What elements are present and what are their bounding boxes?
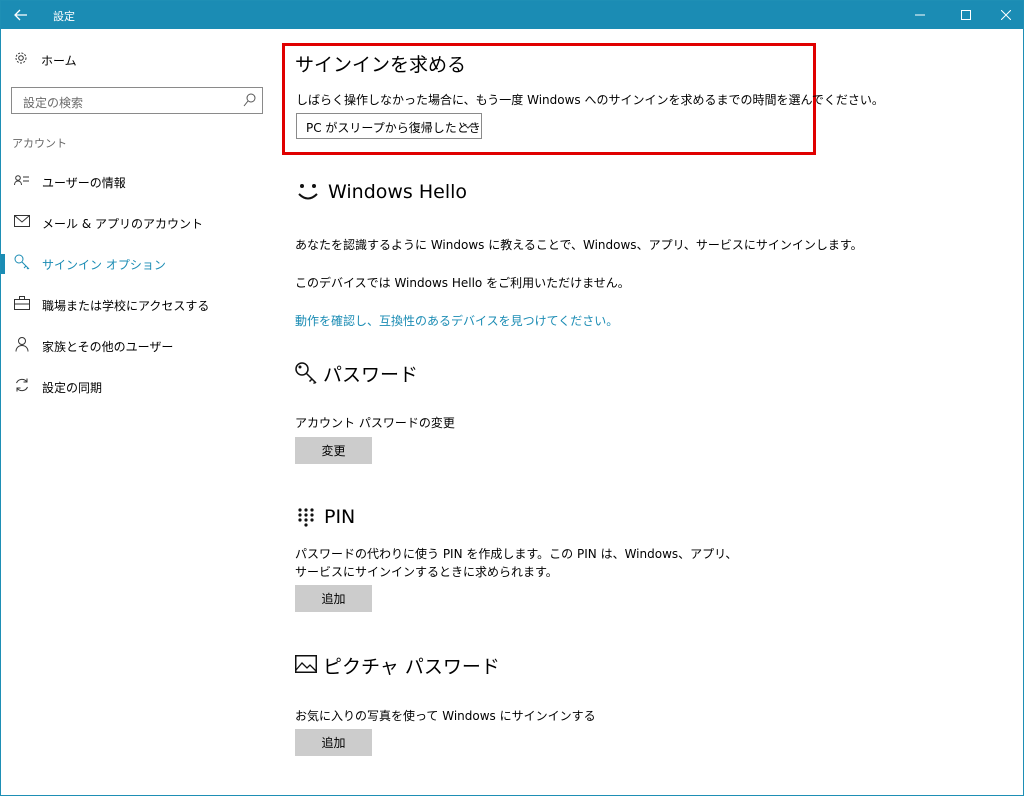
home-link[interactable]: ホーム (13, 51, 77, 69)
pin-description-line1: パスワードの代わりに使う PIN を作成します。この PIN は、Windows… (295, 547, 738, 561)
require-signin-dropdown[interactable]: PC がスリープから復帰したとき (296, 113, 482, 139)
picture-password-title: ピクチャ パスワード (323, 656, 500, 678)
person-icon (13, 336, 31, 356)
require-signin-highlight: サインインを求める しばらく操作しなかった場合に、もう一度 Windows への… (282, 43, 884, 155)
user-info-icon (13, 173, 31, 191)
sidebar-item-family-users[interactable]: 家族とその他のユーザー (1, 331, 273, 361)
window-title: 設定 (53, 10, 75, 23)
title-bar: 設定 (1, 1, 1023, 29)
hello-description: あなたを認識するように Windows に教えることで、Windows、アプリ、… (295, 238, 863, 252)
section-label-account: アカウント (12, 137, 67, 150)
chevron-down-icon (462, 118, 474, 135)
hello-unavailable: このデバイスでは Windows Hello をご利用いただけません。 (295, 276, 630, 290)
add-picture-password-button[interactable]: 追加 (295, 729, 372, 756)
sidebar-item-mail-accounts[interactable]: メール & アプリのアカウント (1, 208, 273, 238)
search-input[interactable]: 設定の検索 (11, 87, 263, 114)
keypad-icon (295, 506, 317, 528)
key-icon (293, 360, 319, 386)
main-content: サインインを求める しばらく操作しなかった場合に、もう一度 Windows への… (281, 29, 1023, 795)
sync-icon (13, 377, 31, 397)
picture-password-description: お気に入りの写真を使って Windows にサインインする (295, 709, 596, 723)
pin-title: PIN (324, 506, 356, 528)
minimize-icon[interactable] (897, 1, 943, 29)
sidebar-item-label: 設定の同期 (42, 380, 103, 395)
dropdown-value: PC がスリープから復帰したとき (306, 121, 481, 135)
sidebar-item-user-info[interactable]: ユーザーの情報 (1, 167, 273, 197)
sidebar-item-label: 家族とその他のユーザー (42, 339, 174, 354)
change-password-button[interactable]: 変更 (295, 437, 372, 464)
maximize-icon[interactable] (943, 1, 989, 29)
hello-compatible-devices-link[interactable]: 動作を確認し、互換性のあるデバイスを見つけてください。 (295, 312, 618, 329)
password-title: パスワード (323, 364, 419, 386)
gear-icon (13, 51, 29, 69)
sidebar-item-signin-options[interactable]: サインイン オプション (1, 249, 273, 279)
sidebar-item-label: サインイン オプション (42, 257, 166, 272)
sidebar: ホーム 設定の検索 アカウント ユーザーの情報 メール & アプリのアカウント (1, 29, 273, 795)
smiley-icon (295, 179, 321, 205)
hello-title: Windows Hello (328, 181, 468, 203)
password-subtitle: アカウント パスワードの変更 (295, 416, 455, 430)
sidebar-item-label: メール & アプリのアカウント (42, 216, 203, 231)
sidebar-item-sync-settings[interactable]: 設定の同期 (1, 372, 273, 402)
require-signin-description: しばらく操作しなかった場合に、もう一度 Windows へのサインインを求めるま… (296, 93, 884, 107)
add-pin-button[interactable]: 追加 (295, 585, 372, 612)
mail-icon (13, 215, 31, 231)
home-label: ホーム (41, 53, 77, 68)
back-arrow-icon[interactable] (1, 1, 41, 29)
search-placeholder: 設定の検索 (23, 96, 84, 110)
sidebar-item-label: ユーザーの情報 (42, 175, 126, 190)
sidebar-item-work-school[interactable]: 職場または学校にアクセスする (1, 290, 273, 320)
briefcase-icon (13, 296, 31, 314)
settings-window: 設定 ホーム 設定の検索 アカウント ユーザーの情報 メール & アプリのアカウ… (0, 0, 1024, 796)
search-icon[interactable] (243, 92, 257, 108)
key-icon (13, 254, 31, 274)
close-icon[interactable] (989, 1, 1023, 29)
require-signin-title: サインインを求める (295, 54, 467, 76)
active-indicator (1, 254, 5, 274)
pin-description-line2: サービスにサインインするときに求められます。 (295, 565, 558, 579)
sidebar-item-label: 職場または学校にアクセスする (42, 298, 210, 313)
picture-icon (293, 653, 319, 675)
